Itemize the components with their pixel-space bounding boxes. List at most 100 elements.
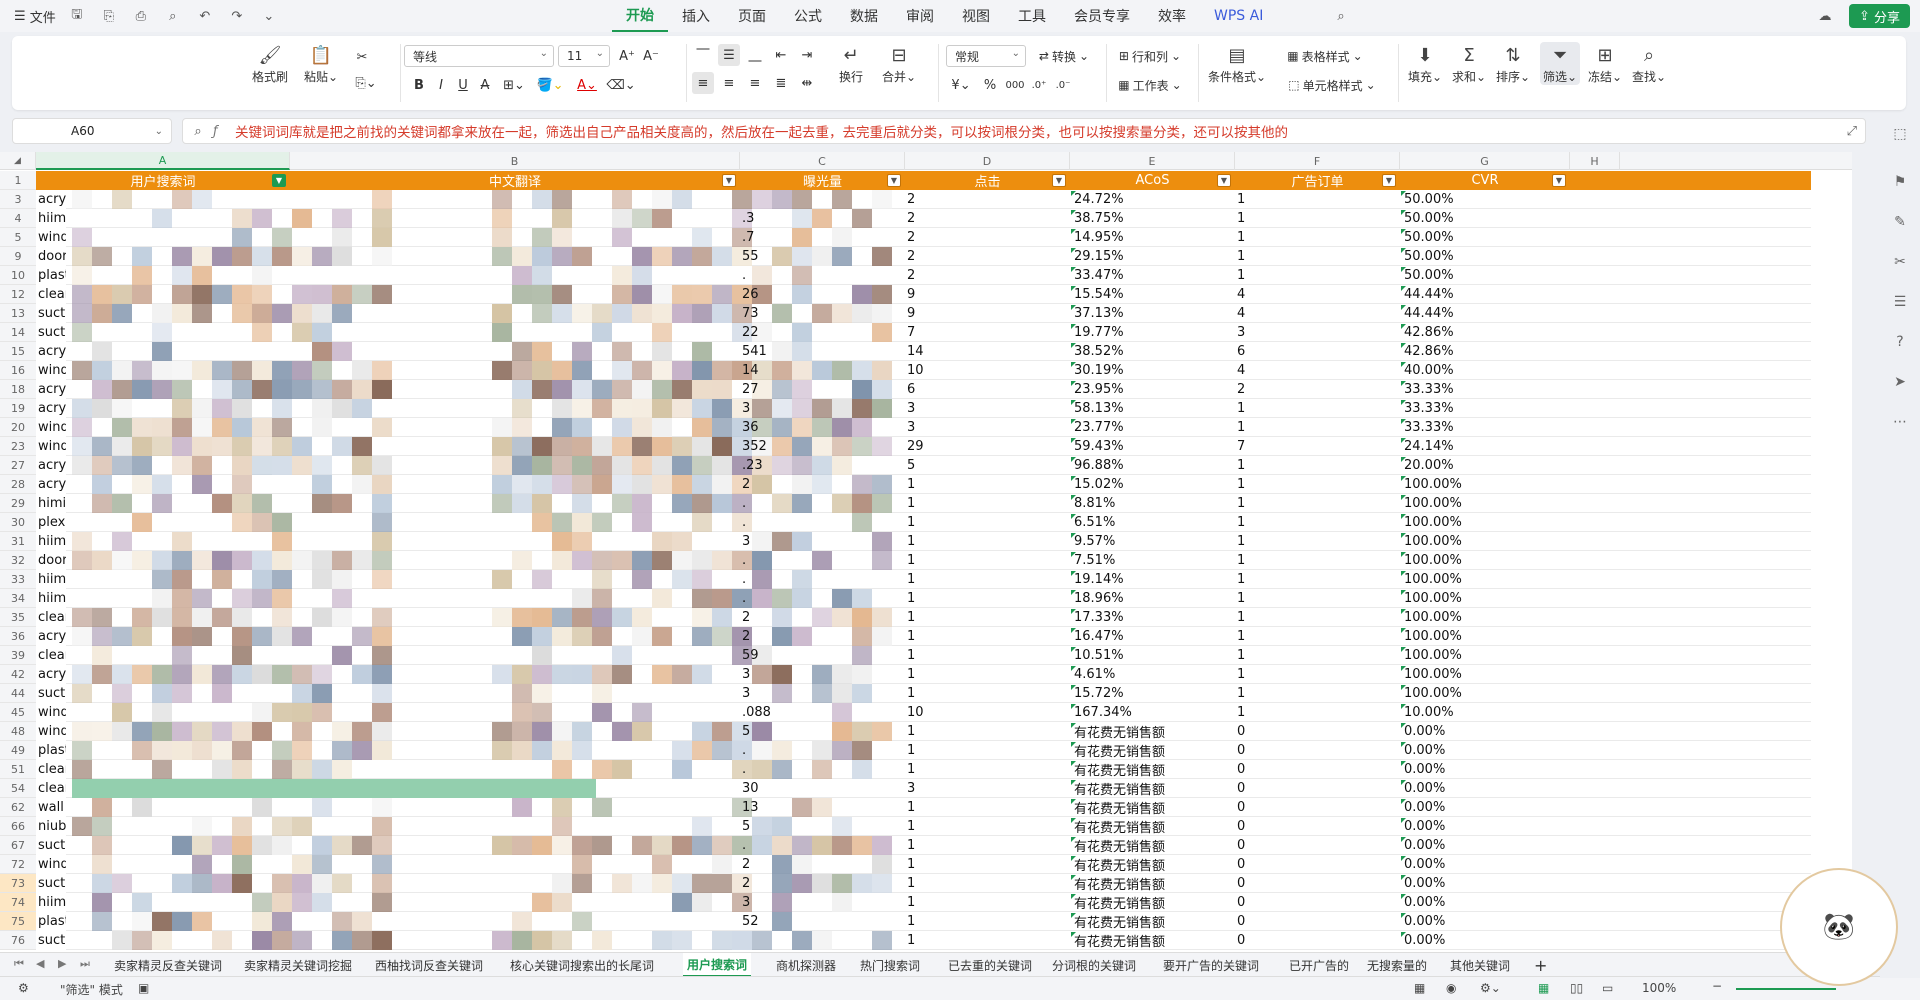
chevron-down-icon[interactable]: ⌄ <box>258 5 280 27</box>
cut-icon[interactable]: ✂ <box>352 46 372 68</box>
cell-d[interactable]: 29 <box>905 437 1070 456</box>
cell-f[interactable]: 1 <box>1235 399 1400 418</box>
add-sheet-icon[interactable]: + <box>1534 953 1547 977</box>
cell-g[interactable]: 100.00% <box>1400 551 1570 570</box>
cell-c[interactable]: .088 <box>740 703 905 722</box>
justify-icon[interactable]: ≣ <box>770 72 792 94</box>
filter-dropdown-icon[interactable]: ▼ <box>887 174 901 187</box>
cell-f[interactable]: 1 <box>1235 532 1400 551</box>
decrease-font-icon[interactable]: A⁻ <box>640 45 662 67</box>
zoom-slider[interactable] <box>1736 988 1836 990</box>
cell-g[interactable]: 0.00% <box>1400 741 1570 760</box>
cell-d[interactable]: 1 <box>905 646 1070 665</box>
cell-a[interactable]: windo <box>36 418 66 437</box>
cell-a[interactable]: acryli <box>36 399 66 418</box>
cell-c[interactable]: 2 <box>740 627 905 646</box>
cell-a[interactable]: wall s <box>36 798 66 817</box>
align-bottom-icon[interactable]: ⎽ <box>744 44 766 66</box>
cell-c[interactable]: 541 <box>740 342 905 361</box>
row-header[interactable]: 39 <box>0 646 36 665</box>
row-header[interactable]: 14 <box>0 323 36 342</box>
row-header[interactable]: 5 <box>0 228 36 247</box>
cell-g[interactable]: 50.00% <box>1400 228 1570 247</box>
cell-e[interactable]: 6.51% <box>1070 513 1235 532</box>
cell-e[interactable]: 15.54% <box>1070 285 1235 304</box>
cell-a[interactable]: clear <box>36 760 66 779</box>
cell-g[interactable]: 42.86% <box>1400 342 1570 361</box>
cell-a[interactable]: windo <box>36 855 66 874</box>
decrease-decimal-icon[interactable]: .0⁻ <box>1052 74 1074 96</box>
cell-a[interactable]: suctic <box>36 323 66 342</box>
cell-d[interactable]: 3 <box>905 779 1070 798</box>
cell-g[interactable]: 50.00% <box>1400 190 1570 209</box>
tab-8[interactable]: 会员专享 <box>1060 0 1144 32</box>
cell-c[interactable]: .3 <box>740 209 905 228</box>
cell-g[interactable]: 42.86% <box>1400 323 1570 342</box>
cell-c[interactable]: 3 <box>740 684 905 703</box>
style-icon[interactable]: ✎ <box>1890 212 1910 232</box>
zoom-level[interactable]: 100% <box>1642 981 1676 995</box>
column-header-g[interactable]: G <box>1400 152 1570 170</box>
cell-d[interactable]: 1 <box>905 931 1070 950</box>
header-cell-e[interactable]: ACoS ▼ <box>1070 171 1235 190</box>
header-cell-f[interactable]: 广告订单 ▼ <box>1235 171 1400 190</box>
font-size-select[interactable]: 11 ⌄ <box>558 45 610 67</box>
cell-e[interactable]: 19.77% <box>1070 323 1235 342</box>
column-header-c[interactable]: C <box>740 152 905 170</box>
filter-dropdown-icon[interactable]: ▼ <box>272 174 286 187</box>
cell-f[interactable]: 0 <box>1235 779 1400 798</box>
sheet-tab-7[interactable]: 已去重的关键词 <box>948 953 1032 977</box>
cell-c[interactable]: 3 <box>740 893 905 912</box>
cell-a[interactable]: clear <box>36 608 66 627</box>
distributed-icon[interactable]: ⇹ <box>796 72 818 94</box>
cell-a[interactable]: windo <box>36 361 66 380</box>
cell-g[interactable]: 44.44% <box>1400 304 1570 323</box>
increase-decimal-icon[interactable]: .0⁺ <box>1028 74 1050 96</box>
cell-d[interactable]: 10 <box>905 361 1070 380</box>
sheet-tab-9[interactable]: 要开广告的关键词 <box>1163 953 1259 977</box>
cell-c[interactable]: . <box>740 570 905 589</box>
row-header[interactable]: 16 <box>0 361 36 380</box>
row-header[interactable]: 51 <box>0 760 36 779</box>
cell-d[interactable]: 1 <box>905 684 1070 703</box>
row-header[interactable]: 10 <box>0 266 36 285</box>
cell-a[interactable]: hiimie <box>36 209 66 228</box>
row-header[interactable]: 23 <box>0 437 36 456</box>
cell-g[interactable]: 100.00% <box>1400 665 1570 684</box>
row-header[interactable]: 73 <box>0 874 36 893</box>
row-header[interactable]: 66 <box>0 817 36 836</box>
decrease-indent-icon[interactable]: ⇤ <box>770 44 792 66</box>
cell-c[interactable]: 73 <box>740 304 905 323</box>
cell-d[interactable]: 1 <box>905 874 1070 893</box>
cell-a[interactable]: niube <box>36 817 66 836</box>
cell-a[interactable]: windo <box>36 228 66 247</box>
cell-g[interactable]: 0.00% <box>1400 912 1570 931</box>
cell-g[interactable]: 100.00% <box>1400 570 1570 589</box>
share-sidebar-icon[interactable]: ➤ <box>1890 372 1910 392</box>
cell-e[interactable]: 23.95% <box>1070 380 1235 399</box>
cell-f[interactable]: 1 <box>1235 551 1400 570</box>
header-cell-g[interactable]: CVR ▼ <box>1400 171 1570 190</box>
cell-d[interactable]: 1 <box>905 608 1070 627</box>
cell-c[interactable]: . <box>740 551 905 570</box>
cell-d[interactable]: 14 <box>905 342 1070 361</box>
cell-f[interactable]: 1 <box>1235 494 1400 513</box>
cell-c[interactable]: 3 <box>740 665 905 684</box>
row-header[interactable]: 1 <box>0 171 36 190</box>
row-header[interactable]: 9 <box>0 247 36 266</box>
cell-f[interactable]: 1 <box>1235 703 1400 722</box>
macro-icon[interactable]: ⚙ <box>18 981 29 995</box>
cell-c[interactable]: . <box>740 266 905 285</box>
align-right-icon[interactable]: ≡ <box>744 72 766 94</box>
tab-2[interactable]: 页面 <box>724 0 780 32</box>
row-header[interactable]: 28 <box>0 475 36 494</box>
save-icon[interactable]: 🖫 <box>66 5 88 27</box>
filter-dropdown-icon[interactable]: ▼ <box>722 174 736 187</box>
cell-f[interactable]: 0 <box>1235 760 1400 779</box>
underline-button[interactable]: U <box>454 74 472 96</box>
row-header[interactable]: 54 <box>0 779 36 798</box>
cell-g[interactable]: 100.00% <box>1400 589 1570 608</box>
cell-c[interactable]: .7 <box>740 228 905 247</box>
paste-button[interactable]: 📋 粘贴⌄ <box>304 42 338 85</box>
cell-g[interactable]: 100.00% <box>1400 475 1570 494</box>
